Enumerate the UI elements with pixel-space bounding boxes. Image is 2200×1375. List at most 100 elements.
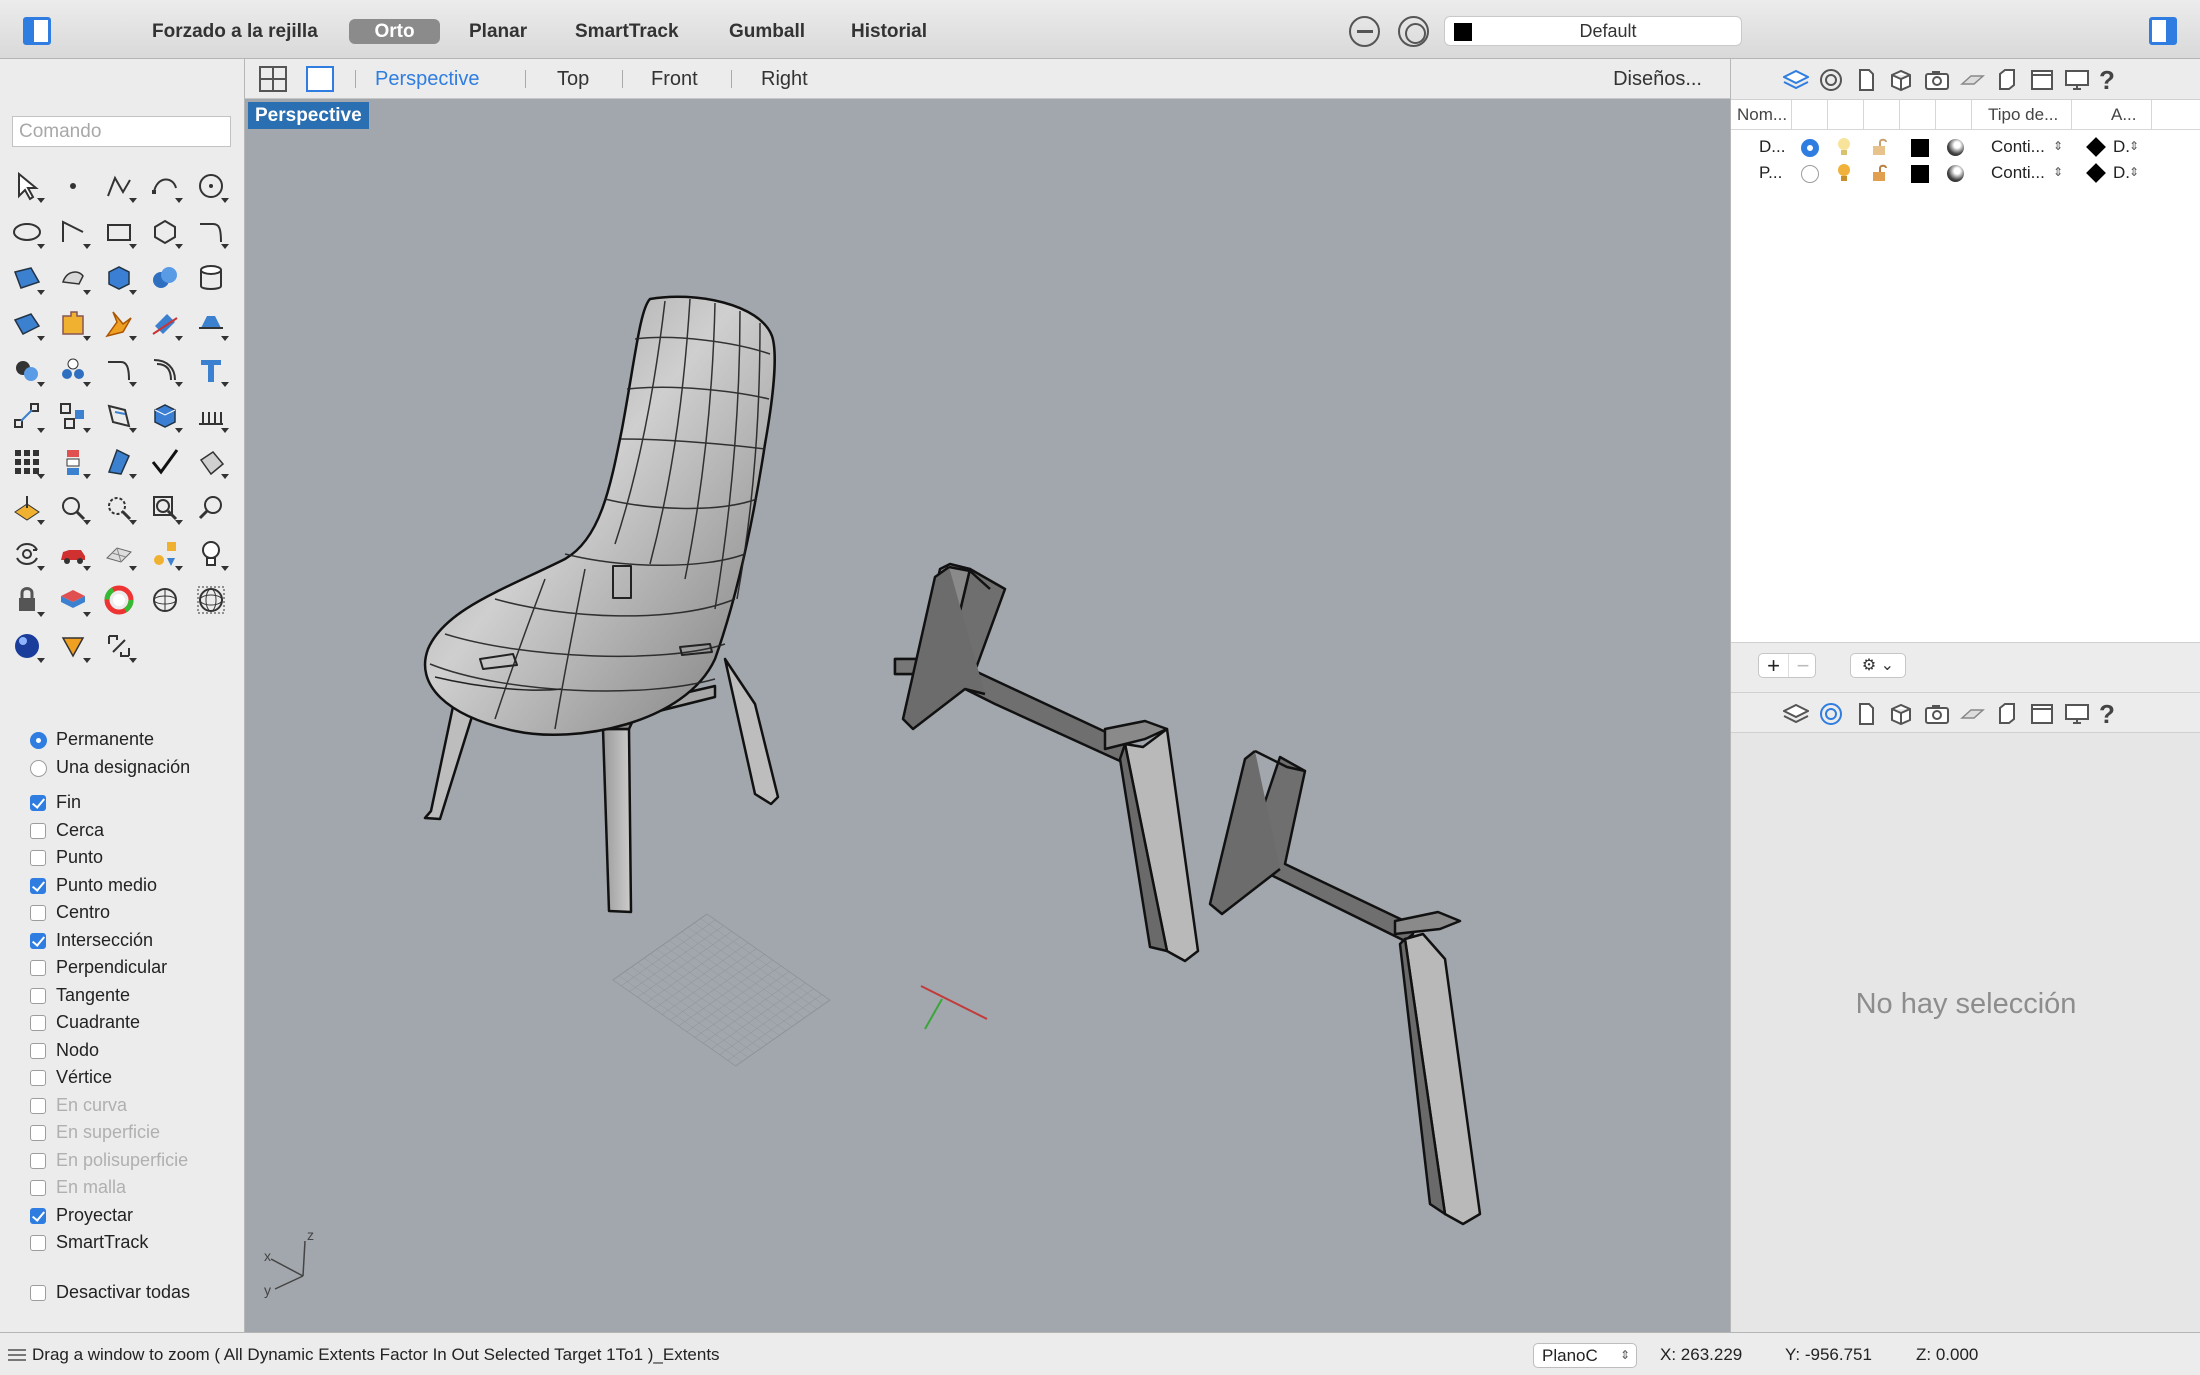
help-tab-icon[interactable]: ? xyxy=(2099,67,2125,93)
render-tab-icon[interactable] xyxy=(1924,68,1950,92)
mesh-tab-icon[interactable] xyxy=(1959,68,1985,92)
remove-layer-button[interactable]: − xyxy=(1788,654,1817,677)
osnap-target-icon[interactable] xyxy=(1398,16,1429,47)
properties-tab-icon[interactable] xyxy=(1818,68,1844,92)
trim-icon[interactable] xyxy=(142,301,188,347)
layers-tab-icon[interactable] xyxy=(1781,68,1811,92)
document-tab-icon[interactable] xyxy=(1853,702,1879,726)
arc-icon[interactable] xyxy=(50,209,96,255)
cplane-select[interactable]: PlanoC ⇕ xyxy=(1533,1343,1637,1368)
osnap-vértice[interactable]: Vértice xyxy=(28,1064,238,1092)
patch-surface-icon[interactable] xyxy=(4,301,50,347)
help-tab-icon[interactable]: ? xyxy=(2099,701,2125,727)
polyline-icon[interactable] xyxy=(96,163,142,209)
layer-row[interactable]: D... Conti... ⇕ D. ⇕ xyxy=(1731,134,2200,160)
layer-color-swatch[interactable] xyxy=(1911,165,1929,183)
material-icon[interactable] xyxy=(1947,165,1964,182)
box-solid-icon[interactable] xyxy=(96,255,142,301)
osnap-mode-permanent[interactable]: Permanente xyxy=(28,726,238,754)
fillet-curve-icon[interactable] xyxy=(188,209,234,255)
ellipse-icon[interactable] xyxy=(4,209,50,255)
menu-grip-icon[interactable] xyxy=(8,1349,26,1361)
single-viewport-icon[interactable] xyxy=(306,66,334,92)
named-views-tab-icon[interactable] xyxy=(1994,702,2020,726)
cplane-icon[interactable] xyxy=(4,485,50,531)
osnap-disable-all[interactable]: Desactivar todas xyxy=(28,1279,238,1307)
curve-tools-icon[interactable] xyxy=(96,347,142,393)
osnap-punto-medio[interactable]: Punto medio xyxy=(28,872,238,900)
zoom-icon[interactable] xyxy=(50,485,96,531)
layer-options-gear-icon[interactable]: ⚙ ⌄ xyxy=(1850,653,1906,678)
transform-icon[interactable] xyxy=(96,393,142,439)
sphere-shading-icon[interactable] xyxy=(142,577,188,623)
tab-top[interactable]: Top xyxy=(557,59,589,99)
surface-from-points-icon[interactable] xyxy=(4,255,50,301)
text-icon[interactable] xyxy=(188,347,234,393)
split-icon[interactable] xyxy=(188,301,234,347)
layer-color-swatch[interactable] xyxy=(1911,139,1929,157)
osnap-perpendicular[interactable]: Perpendicular xyxy=(28,954,238,982)
rectangle-icon[interactable] xyxy=(96,209,142,255)
print-color-icon[interactable] xyxy=(2086,137,2106,157)
group-icon[interactable] xyxy=(50,347,96,393)
layer-stack-icon[interactable] xyxy=(50,577,96,623)
osnap-punto[interactable]: Punto xyxy=(28,844,238,872)
document-tab-icon[interactable] xyxy=(1853,68,1879,92)
layer-linetype[interactable]: Conti... xyxy=(1991,163,2045,183)
color-wheel-icon[interactable] xyxy=(96,577,142,623)
osnap-cuadrante[interactable]: Cuadrante xyxy=(28,1009,238,1037)
osnap-intersección[interactable]: Intersección xyxy=(28,927,238,955)
unlock-icon[interactable] xyxy=(1871,164,1889,182)
grid-array-icon[interactable] xyxy=(4,439,50,485)
osnap-smarttrack[interactable]: SmartTrack xyxy=(28,1229,238,1257)
command-input[interactable] xyxy=(12,116,231,147)
viewport-title[interactable]: Perspective xyxy=(248,102,369,129)
osnap-tangente[interactable]: Tangente xyxy=(28,982,238,1010)
planar-toggle[interactable]: Planar xyxy=(469,19,539,44)
osnap-en-curva[interactable]: En curva xyxy=(28,1092,238,1120)
current-layer-radio[interactable] xyxy=(1801,139,1819,157)
stepper-icon[interactable]: ⇕ xyxy=(2053,165,2063,179)
display-tab-icon[interactable] xyxy=(2029,68,2055,92)
stepper-icon[interactable]: ⇕ xyxy=(2129,139,2139,153)
monitor-tab-icon[interactable] xyxy=(2064,702,2090,726)
current-layer-radio[interactable] xyxy=(1801,165,1819,183)
mesh-icon[interactable] xyxy=(96,531,142,577)
box-edit-icon[interactable] xyxy=(142,393,188,439)
object-tab-icon[interactable] xyxy=(1888,68,1914,92)
smarttrack-toggle[interactable]: SmartTrack xyxy=(575,19,695,44)
layer-print-width[interactable]: D. xyxy=(2113,163,2130,183)
circle-icon[interactable] xyxy=(188,163,234,209)
ortho-toggle[interactable]: Orto xyxy=(349,19,440,44)
osnap-mode-one-shot[interactable]: Una designación xyxy=(28,754,238,782)
analyze-icon[interactable] xyxy=(188,439,234,485)
tab-right[interactable]: Right xyxy=(761,59,808,99)
offset-icon[interactable] xyxy=(142,347,188,393)
array-icon[interactable] xyxy=(50,393,96,439)
osnap-nodo[interactable]: Nodo xyxy=(28,1037,238,1065)
puzzle-join-icon[interactable] xyxy=(50,301,96,347)
layer-row[interactable]: P... Conti... ⇕ D. ⇕ xyxy=(1731,160,2200,186)
layer-linetype[interactable]: Conti... xyxy=(1991,137,2045,157)
layer-name[interactable]: D... xyxy=(1759,137,1785,157)
osnap-proyectar[interactable]: Proyectar xyxy=(28,1202,238,1230)
extract-icon[interactable] xyxy=(96,439,142,485)
tab-perspective[interactable]: Perspective xyxy=(375,59,480,99)
object-tab-icon[interactable] xyxy=(1888,702,1914,726)
boolean-icon[interactable] xyxy=(4,347,50,393)
explode-icon[interactable] xyxy=(96,301,142,347)
four-viewports-icon[interactable] xyxy=(259,66,287,92)
toggle-left-panel-icon[interactable] xyxy=(23,17,51,45)
wireframe-sphere-icon[interactable] xyxy=(188,577,234,623)
zoom-window-icon[interactable] xyxy=(96,485,142,531)
material-icon[interactable] xyxy=(1947,139,1964,156)
column-name[interactable]: Nom... xyxy=(1737,105,1787,125)
model-scene[interactable]: z x y xyxy=(245,99,1730,1332)
filter-pin-icon[interactable] xyxy=(1349,16,1380,47)
snap-to-grid-toggle[interactable]: Forzado a la rejilla xyxy=(152,19,324,44)
display-tab-icon[interactable] xyxy=(2029,702,2055,726)
move-icon[interactable] xyxy=(4,393,50,439)
tab-front[interactable]: Front xyxy=(651,59,698,99)
add-layer-button[interactable]: + xyxy=(1759,654,1788,677)
light-bulb-icon[interactable] xyxy=(1836,137,1852,157)
